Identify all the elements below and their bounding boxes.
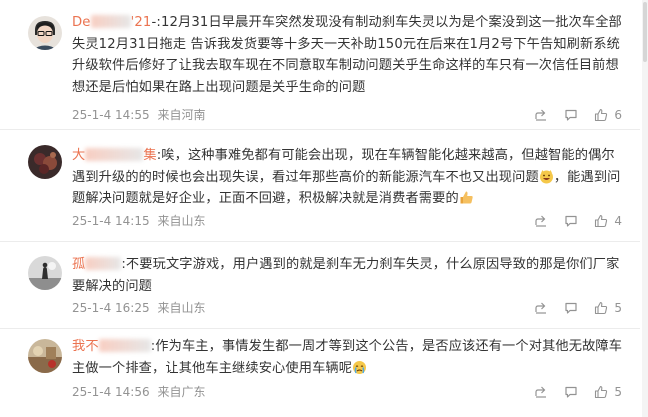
- like-count: 5: [614, 385, 622, 399]
- avatar[interactable]: [28, 16, 62, 50]
- comment-text: De '21-:12月31日早晨开车突然发现没有制动刹车失灵以为是个案没到这一批次…: [72, 12, 628, 98]
- thumbs-up-icon[interactable]: [594, 108, 608, 122]
- timestamp: 25-1-4 16:25: [72, 301, 150, 315]
- avatar[interactable]: [28, 256, 62, 290]
- comment-item: De '21-:12月31日早晨开车突然发现没有制动刹车失灵以为是个案没到这一批次…: [0, 8, 640, 130]
- scrollbar[interactable]: [642, 0, 648, 417]
- thumbs-up-icon[interactable]: [594, 214, 608, 228]
- like-count: 6: [614, 108, 622, 122]
- username[interactable]: De '21: [72, 15, 151, 30]
- comment-icon[interactable]: [564, 385, 578, 399]
- comment-icon[interactable]: [564, 301, 578, 315]
- comment-list: De '21-:12月31日早晨开车突然发现没有制动刹车失灵以为是个案没到这一批次…: [0, 0, 648, 417]
- like-count: 5: [614, 301, 622, 315]
- username[interactable]: 孤: [72, 257, 122, 272]
- share-icon[interactable]: [534, 108, 548, 122]
- location: 来自山东: [157, 301, 206, 315]
- comment-actions: 4: [534, 213, 622, 229]
- scrollbar-thumb[interactable]: [643, 2, 647, 62]
- comment-item: 大集:唉，这种事难免都有可能会出现，现在车辆智能化越来越高，但越智能的偶尔遇到升…: [0, 131, 640, 242]
- thumbs-up-icon[interactable]: [594, 301, 608, 315]
- comment-actions: 6: [534, 107, 622, 123]
- share-icon[interactable]: [534, 301, 548, 315]
- share-icon[interactable]: [534, 214, 548, 228]
- username[interactable]: 大集: [72, 148, 157, 163]
- avatar[interactable]: [28, 145, 62, 179]
- grinning-cat-emoji: [539, 169, 554, 184]
- location: 来自山东: [157, 214, 206, 228]
- comment-meta: 25-1-4 16:25 来自山东: [72, 300, 205, 316]
- crying-face-emoji: [352, 360, 367, 375]
- comment-actions: 5: [534, 384, 622, 400]
- location: 来自广东: [157, 385, 206, 399]
- comment-meta: 25-1-4 14:56 来自广东: [72, 384, 205, 400]
- username[interactable]: 我不: [72, 339, 151, 354]
- comment-meta: 25-1-4 14:15 来自山东: [72, 213, 205, 229]
- comment-item: 孤:不要玩文字游戏，用户遇到的就是刹车无力刹车失灵，什么原因导致的那是你们厂家要…: [0, 243, 640, 329]
- timestamp: 25-1-4 14:15: [72, 214, 150, 228]
- comment-text: 孤:不要玩文字游戏，用户遇到的就是刹车无力刹车失灵，什么原因导致的那是你们厂家要…: [72, 254, 628, 297]
- comment-content: :作为车主，事情发生都一周才等到这个公告，是否应该还有一个对其他无故障车主做一个…: [72, 339, 623, 376]
- timestamp: 25-1-4 14:55: [72, 108, 150, 122]
- comment-item: 我不:作为车主，事情发生都一周才等到这个公告，是否应该还有一个对其他无故障车主做…: [0, 330, 640, 417]
- comment-text: 我不:作为车主，事情发生都一周才等到这个公告，是否应该还有一个对其他无故障车主做…: [72, 336, 628, 379]
- comment-content: :不要玩文字游戏，用户遇到的就是刹车无力刹车失灵，什么原因导致的那是你们厂家要解…: [72, 257, 620, 294]
- thumbs-up-emoji: [459, 190, 474, 205]
- comment-actions: 5: [534, 300, 622, 316]
- comment-meta: 25-1-4 14:55 来自河南: [72, 107, 205, 123]
- share-icon[interactable]: [534, 385, 548, 399]
- avatar[interactable]: [28, 339, 62, 373]
- comment-icon[interactable]: [564, 214, 578, 228]
- comment-text: 大集:唉，这种事难免都有可能会出现，现在车辆智能化越来越高，但越智能的偶尔遇到升…: [72, 145, 628, 210]
- comment-icon[interactable]: [564, 108, 578, 122]
- thumbs-up-icon[interactable]: [594, 385, 608, 399]
- timestamp: 25-1-4 14:56: [72, 385, 150, 399]
- location: 来自河南: [157, 108, 206, 122]
- like-count: 4: [614, 214, 622, 228]
- comment-content: -:12月31日早晨开车突然发现没有制动刹车失灵以为是个案没到这一批次车全部失灵…: [72, 15, 622, 95]
